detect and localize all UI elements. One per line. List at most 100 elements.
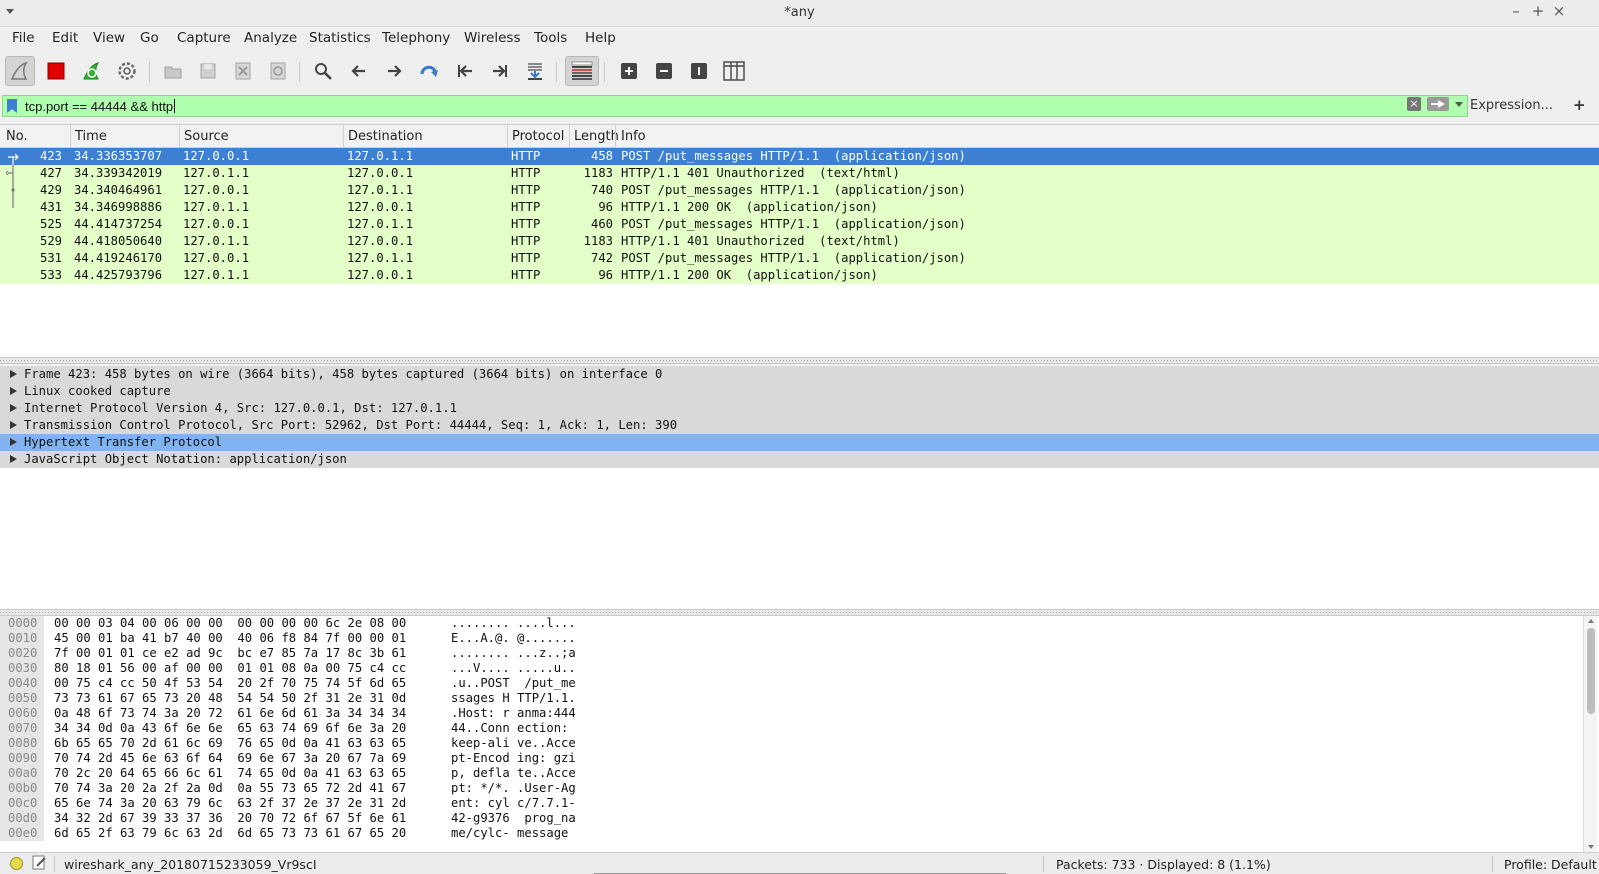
column-separator[interactable]: [615, 125, 616, 147]
restart-capture-icon[interactable]: [77, 56, 107, 86]
bytes-hex[interactable]: 0a 48 6f 73 74 3a 20 72 61 6e 6d 61 3a 3…: [54, 706, 406, 720]
profile-label[interactable]: Profile: Default: [1504, 857, 1597, 872]
detail-row-json[interactable]: JavaScript Object Notation: application/…: [0, 451, 1599, 468]
resize-columns-icon[interactable]: [719, 56, 749, 86]
packet-row[interactable]: 533 44.425793796 127.0.1.1 127.0.0.1 HTT…: [0, 267, 1599, 284]
colorize-icon[interactable]: [565, 56, 599, 86]
column-source[interactable]: Source: [184, 129, 229, 144]
expand-arrow-icon[interactable]: [10, 370, 17, 378]
bytes-hex[interactable]: 34 32 2d 67 39 33 37 36 20 70 72 6f 67 5…: [54, 811, 406, 825]
add-filter-button[interactable]: +: [1573, 96, 1586, 114]
bytes-hex[interactable]: 34 34 0d 0a 43 6f 6e 6e 65 63 74 69 6f 6…: [54, 721, 406, 735]
menu-analyze[interactable]: Analyze: [244, 30, 297, 46]
menu-go[interactable]: Go: [140, 30, 159, 46]
stop-capture-icon[interactable]: [41, 56, 71, 86]
capture-options-icon[interactable]: [112, 56, 142, 86]
bytes-hex[interactable]: 7f 00 01 01 ce e2 ad 9c bc e7 85 7a 17 8…: [54, 646, 406, 660]
save-file-icon[interactable]: [193, 56, 223, 86]
column-separator[interactable]: [569, 125, 570, 147]
bytes-ascii[interactable]: ...V.... .....u..: [451, 661, 576, 675]
bytes-hex[interactable]: 6b 65 65 70 2d 61 6c 69 76 65 0d 0a 41 6…: [54, 736, 406, 750]
column-separator[interactable]: [507, 125, 508, 147]
pane-splitter[interactable]: [0, 357, 1599, 364]
find-packet-icon[interactable]: [308, 56, 338, 86]
bytes-ascii[interactable]: ........ ...z..;a: [451, 646, 576, 660]
column-info[interactable]: Info: [621, 129, 646, 144]
expand-arrow-icon[interactable]: [10, 438, 17, 446]
menu-statistics[interactable]: Statistics: [309, 30, 371, 46]
packet-row[interactable]: 423 34.336353707 127.0.0.1 127.0.1.1 HTT…: [0, 148, 1599, 165]
zoom-in-icon[interactable]: [614, 56, 644, 86]
column-length[interactable]: Length: [574, 129, 619, 144]
detail-row-frame[interactable]: Frame 423: 458 bytes on wire (3664 bits)…: [0, 366, 1599, 383]
bytes-hex[interactable]: 70 74 2d 45 6e 63 6f 64 69 6e 67 3a 20 6…: [54, 751, 406, 765]
pane-splitter[interactable]: [0, 609, 1599, 616]
detail-row-linux-cooked[interactable]: Linux cooked capture: [0, 383, 1599, 400]
filter-history-dropdown-icon[interactable]: [1455, 102, 1463, 107]
bytes-hex[interactable]: 80 18 01 56 00 af 00 00 01 01 08 0a 00 7…: [54, 661, 406, 675]
detail-row-http[interactable]: Hypertext Transfer Protocol: [0, 434, 1599, 451]
go-to-packet-icon[interactable]: [414, 56, 444, 86]
column-protocol[interactable]: Protocol: [512, 129, 564, 144]
first-packet-icon[interactable]: [450, 56, 480, 86]
column-separator[interactable]: [179, 125, 180, 147]
bookmark-icon[interactable]: [7, 99, 17, 113]
close-icon[interactable]: ×: [1549, 2, 1569, 20]
bytes-hex[interactable]: 00 75 c4 cc 50 4f 53 54 20 2f 70 75 74 5…: [54, 676, 406, 690]
bytes-ascii[interactable]: 44..Conn ection:: [451, 721, 576, 735]
bytes-ascii[interactable]: ent: cyl c/7.7.1-: [451, 796, 576, 810]
bytes-ascii[interactable]: E...A.@. @.......: [451, 631, 576, 645]
column-separator[interactable]: [70, 125, 71, 147]
packet-row[interactable]: 525 44.414737254 127.0.0.1 127.0.1.1 HTT…: [0, 216, 1599, 233]
menu-capture[interactable]: Capture: [177, 30, 231, 46]
menu-help[interactable]: Help: [585, 30, 616, 46]
bytes-ascii[interactable]: .u..POST /put_me: [451, 676, 576, 690]
detail-row-tcp[interactable]: Transmission Control Protocol, Src Port:…: [0, 417, 1599, 434]
menu-edit[interactable]: Edit: [52, 30, 78, 46]
bytes-ascii[interactable]: keep-ali ve..Acce: [451, 736, 576, 750]
bytes-hex[interactable]: 70 74 3a 20 2a 2f 2a 0d 0a 55 73 65 72 2…: [54, 781, 406, 795]
last-packet-icon[interactable]: [485, 56, 515, 86]
bytes-ascii[interactable]: ssages H TTP/1.1.: [451, 691, 576, 705]
expression-button[interactable]: Expression...: [1470, 98, 1553, 113]
edit-comment-icon[interactable]: [32, 855, 47, 870]
column-separator[interactable]: [343, 125, 344, 147]
minimize-icon[interactable]: –: [1506, 2, 1526, 20]
packet-row[interactable]: 429 34.340464961 127.0.0.1 127.0.1.1 HTT…: [0, 182, 1599, 199]
column-no[interactable]: No.: [6, 129, 28, 144]
scroll-up-icon[interactable]: [1588, 619, 1594, 623]
scrollbar-thumb[interactable]: [1587, 628, 1595, 714]
menu-telephony[interactable]: Telephony: [382, 30, 450, 46]
detail-row-ipv4[interactable]: Internet Protocol Version 4, Src: 127.0.…: [0, 400, 1599, 417]
bytes-ascii[interactable]: p, defla te..Acce: [451, 766, 576, 780]
close-file-icon[interactable]: [228, 56, 258, 86]
bytes-ascii[interactable]: pt: */*. .User-Ag: [451, 781, 576, 795]
expert-info-icon[interactable]: [10, 857, 23, 870]
bytes-ascii[interactable]: ........ ....l...: [451, 616, 576, 630]
scroll-down-icon[interactable]: [1588, 845, 1594, 849]
column-time[interactable]: Time: [75, 129, 107, 144]
bytes-hex[interactable]: 73 73 61 67 65 73 20 48 54 54 50 2f 31 2…: [54, 691, 406, 705]
zoom-out-icon[interactable]: [649, 56, 679, 86]
expand-arrow-icon[interactable]: [10, 404, 17, 412]
packet-row[interactable]: 531 44.419246170 127.0.0.1 127.0.1.1 HTT…: [0, 250, 1599, 267]
bytes-scrollbar[interactable]: [1583, 616, 1597, 852]
maximize-icon[interactable]: +: [1528, 2, 1548, 20]
bytes-hex[interactable]: 6d 65 2f 63 79 6c 63 2d 6d 65 73 73 61 6…: [54, 826, 406, 840]
packet-row[interactable]: 529 44.418050640 127.0.1.1 127.0.0.1 HTT…: [0, 233, 1599, 250]
reload-file-icon[interactable]: [263, 56, 293, 86]
apply-filter-icon[interactable]: [1427, 97, 1449, 111]
normal-size-icon[interactable]: [684, 56, 714, 86]
autoscroll-icon[interactable]: [520, 56, 550, 86]
go-forward-icon[interactable]: [379, 56, 409, 86]
go-back-icon[interactable]: [344, 56, 374, 86]
expand-arrow-icon[interactable]: [10, 387, 17, 395]
bytes-ascii[interactable]: .Host: r anma:444: [451, 706, 576, 720]
expand-arrow-icon[interactable]: [10, 455, 17, 463]
bytes-ascii[interactable]: 42-g9376 prog_na: [451, 811, 576, 825]
menu-wireless[interactable]: Wireless: [464, 30, 521, 46]
open-file-icon[interactable]: [158, 56, 188, 86]
clear-filter-icon[interactable]: ×: [1407, 97, 1421, 111]
bytes-hex[interactable]: 65 6e 74 3a 20 63 79 6c 63 2f 37 2e 37 2…: [54, 796, 406, 810]
menu-view[interactable]: View: [93, 30, 125, 46]
